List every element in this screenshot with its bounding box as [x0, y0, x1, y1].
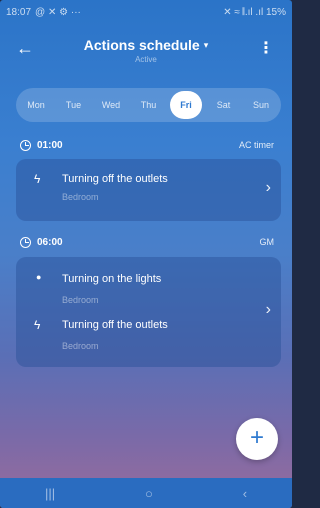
- power-off-icon: ϟ: [34, 318, 41, 332]
- day-tab-thu[interactable]: Thu: [133, 91, 165, 119]
- power-off-icon: ϟ: [34, 172, 41, 186]
- action-label: Turning off the outlets: [62, 319, 168, 331]
- clock-icon: [20, 139, 31, 151]
- action-label: Turning off the outlets: [62, 173, 168, 185]
- chevron-right-icon[interactable]: ›: [266, 301, 271, 319]
- schedule-card[interactable]: ● Turning on the lights Bedroom ϟ Turnin…: [16, 257, 281, 367]
- lightbulb-icon: ●: [36, 272, 42, 282]
- add-schedule-button[interactable]: +: [236, 418, 278, 460]
- schedule-card[interactable]: ϟ Turning off the outlets Bedroom ›: [16, 159, 281, 221]
- app-header: ← Actions schedule ▾ Active ⋮: [0, 34, 292, 74]
- system-back-button[interactable]: ‹: [243, 486, 247, 501]
- page-subtitle: Active: [135, 55, 157, 64]
- action-room: Bedroom: [62, 295, 99, 305]
- chevron-right-icon[interactable]: ›: [266, 179, 271, 197]
- schedule-time: 01:00: [37, 139, 63, 151]
- app-screen: 18:07 @ ✕ ⚙ ··· ✕ ≈ 𝄃.ıl .ıl 15% ← Actio…: [0, 0, 292, 508]
- home-button[interactable]: ○: [145, 486, 153, 501]
- notification-icons: @ ✕ ⚙ ···: [35, 6, 81, 18]
- day-tab-wed[interactable]: Wed: [95, 91, 127, 119]
- day-tab-sun[interactable]: Sun: [245, 91, 277, 119]
- more-options-icon[interactable]: ⋮: [258, 38, 274, 58]
- schedule-time: 06:00: [37, 236, 63, 248]
- action-label: Turning on the lights: [62, 273, 162, 285]
- schedule-time-header: 06:00 GM: [20, 234, 274, 250]
- schedule-title-dropdown[interactable]: Actions schedule ▾ Active: [0, 37, 292, 64]
- day-tab-tue[interactable]: Tue: [58, 91, 90, 119]
- day-tab-sat[interactable]: Sat: [208, 91, 240, 119]
- system-status-icons: ✕ ≈ 𝄃.ıl .ıl 15%: [223, 6, 286, 18]
- schedule-time-header: 01:00 AC timer: [20, 137, 274, 153]
- schedule-name: GM: [259, 237, 275, 247]
- action-room: Bedroom: [62, 192, 99, 202]
- status-bar: 18:07 @ ✕ ⚙ ··· ✕ ≈ 𝄃.ıl .ıl 15%: [0, 0, 292, 24]
- page-title: Actions schedule: [83, 37, 200, 53]
- day-tab-fri[interactable]: Fri: [170, 91, 202, 119]
- day-selector: Mon Tue Wed Thu Fri Sat Sun: [16, 88, 281, 122]
- action-room: Bedroom: [62, 341, 99, 351]
- day-tab-mon[interactable]: Mon: [20, 91, 52, 119]
- system-nav-bar: ||| ○ ‹: [0, 478, 292, 508]
- clock-icon: [20, 236, 31, 248]
- schedule-name: AC timer: [238, 140, 274, 150]
- chevron-down-icon: ▾: [203, 40, 209, 50]
- recents-button[interactable]: |||: [45, 486, 55, 501]
- status-time: 18:07: [6, 6, 32, 18]
